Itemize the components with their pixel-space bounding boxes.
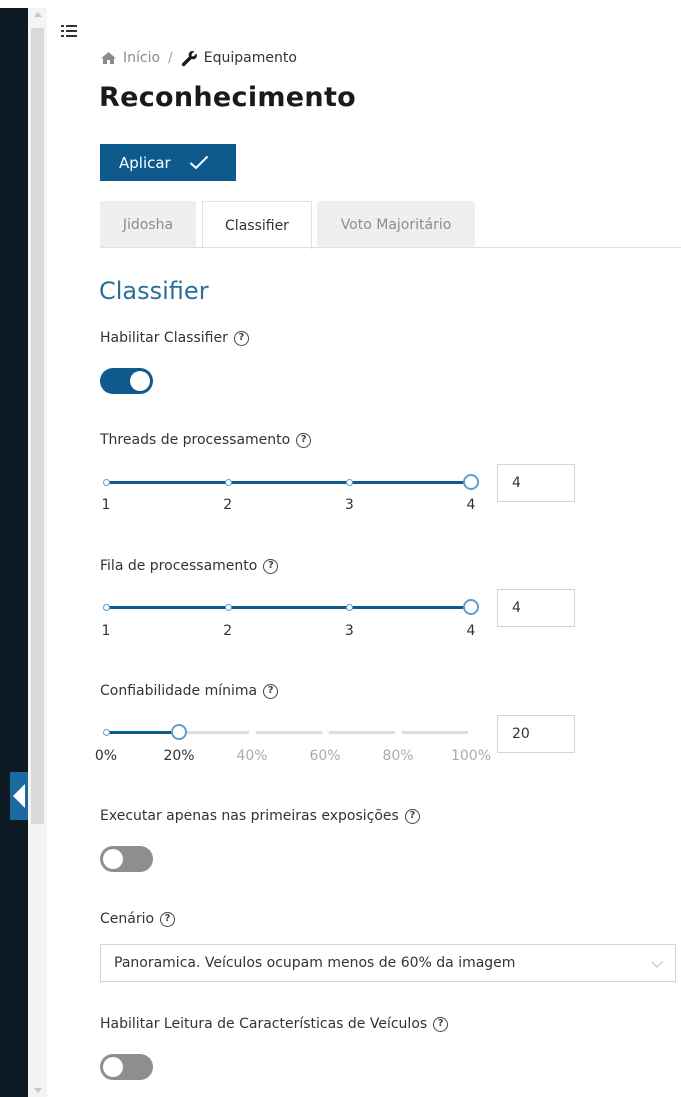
min-confidence-input[interactable]	[497, 715, 575, 753]
min-confidence-tick-label: 20%	[163, 748, 195, 764]
threads-tick-label: 3	[344, 497, 354, 513]
queue-tick-label: 2	[223, 623, 233, 639]
section-title: Classifier	[99, 277, 209, 305]
tab-classifier-label: Classifier	[225, 217, 289, 234]
queue-slider-step-dot	[346, 604, 354, 611]
vehicle-features-label-text: Habilitar Leitura de Características de …	[100, 1016, 428, 1032]
breadcrumb: Início / Equipamento	[100, 48, 297, 68]
scenario-selected-value: Panoramica. Veículos ocupam menos de 60%…	[114, 955, 516, 971]
toggle-knob	[103, 849, 123, 869]
first-exposures-label-text: Executar apenas nas primeiras exposições	[100, 808, 399, 824]
apply-button[interactable]: Aplicar	[100, 144, 236, 181]
tab-jidosha-label: Jidosha	[122, 216, 174, 233]
breadcrumb-current-label: Equipamento	[203, 50, 297, 66]
queue-input[interactable]	[497, 589, 575, 627]
toggle-knob	[130, 371, 150, 391]
threads-tick-label: 4	[466, 497, 476, 513]
help-icon[interactable]: ?	[263, 558, 279, 574]
threads-tick-labels: 1 2 3 4	[100, 497, 500, 515]
first-exposures-toggle[interactable]	[100, 846, 153, 872]
breadcrumb-home[interactable]: Início	[100, 50, 160, 66]
min-confidence-slider-handle[interactable]	[171, 724, 187, 740]
queue-tick-label: 1	[101, 623, 111, 639]
scrollbar-thumb[interactable]	[31, 28, 44, 824]
min-confidence-slider-step-dot	[468, 729, 475, 736]
chevron-left-icon	[13, 784, 25, 808]
tab-classifier[interactable]: Classifier	[202, 201, 312, 249]
queue-tick-label: 4	[466, 623, 476, 639]
tab-jidosha[interactable]: Jidosha	[100, 201, 196, 248]
scroll-up-arrow-icon[interactable]	[34, 12, 42, 17]
min-confidence-label-text: Confiabilidade mínima	[100, 683, 258, 699]
threads-slider[interactable]	[103, 474, 479, 491]
toggle-knob	[103, 1057, 123, 1077]
min-confidence-tick-label: 40%	[236, 748, 268, 764]
vehicle-features-label: Habilitar Leitura de Características de …	[100, 1016, 449, 1032]
queue-slider-fill	[106, 606, 471, 609]
min-confidence-tick-label: 0%	[94, 748, 118, 764]
threads-slider-handle[interactable]	[463, 474, 479, 490]
enable-classifier-label: Habilitar Classifier ?	[100, 330, 249, 346]
tabs-divider	[100, 247, 681, 248]
min-confidence-slider[interactable]	[103, 724, 475, 741]
help-icon[interactable]: ?	[233, 330, 249, 346]
scroll-down-arrow-icon[interactable]	[34, 1088, 42, 1093]
threads-slider-fill	[106, 481, 471, 484]
min-confidence-slider-step-dot	[103, 729, 110, 736]
wrench-icon	[181, 50, 197, 66]
queue-slider-step-dot	[103, 604, 110, 611]
queue-label-text: Fila de processamento	[100, 558, 258, 574]
threads-slider-step-dot	[346, 479, 354, 486]
help-icon[interactable]: ?	[296, 432, 312, 448]
help-icon[interactable]: ?	[404, 808, 420, 824]
threads-tick-label: 2	[223, 497, 233, 513]
vehicle-features-toggle[interactable]	[100, 1054, 153, 1080]
help-icon[interactable]: ?	[160, 911, 176, 927]
min-confidence-tick-label: 60%	[309, 748, 341, 764]
scenario-label: Cenário ?	[100, 911, 176, 927]
scenario-select[interactable]: Panoramica. Veículos ocupam menos de 60%…	[100, 944, 676, 982]
min-confidence-slider-step-dot	[249, 729, 256, 736]
threads-tick-label: 1	[101, 497, 111, 513]
min-confidence-slider-step-dot	[322, 729, 329, 736]
scenario-label-text: Cenário	[100, 911, 155, 927]
queue-tick-labels: 1 2 3 4	[100, 623, 500, 641]
help-icon[interactable]: ?	[433, 1016, 449, 1032]
tab-voto-majoritario[interactable]: Voto Majoritário	[317, 201, 475, 248]
enable-classifier-label-text: Habilitar Classifier	[100, 330, 228, 346]
chevron-down-icon	[651, 956, 663, 968]
threads-label: Threads de processamento ?	[100, 432, 312, 448]
min-confidence-tick-label: 100%	[450, 748, 492, 764]
breadcrumb-separator: /	[168, 50, 173, 66]
help-icon[interactable]: ?	[263, 683, 279, 699]
check-icon	[189, 155, 208, 170]
home-icon	[101, 52, 116, 64]
threads-slider-step-dot	[103, 479, 110, 486]
menu-icon[interactable]	[61, 24, 77, 38]
breadcrumb-current: Equipamento	[181, 50, 297, 67]
min-confidence-tick-label: 80%	[382, 748, 414, 764]
queue-tick-label: 3	[344, 623, 354, 639]
breadcrumb-home-label[interactable]: Início	[123, 50, 160, 66]
page-title: Reconhecimento	[99, 82, 356, 113]
min-confidence-label: Confiabilidade mínima ?	[100, 683, 279, 699]
first-exposures-label: Executar apenas nas primeiras exposições…	[100, 808, 420, 824]
tab-voto-majoritario-label: Voto Majoritário	[340, 216, 452, 233]
min-confidence-slider-step-dot	[395, 729, 402, 736]
threads-label-text: Threads de processamento	[100, 432, 291, 448]
queue-slider[interactable]	[103, 599, 479, 616]
queue-slider-handle[interactable]	[463, 599, 479, 615]
queue-slider-step-dot	[224, 604, 232, 611]
min-confidence-slider-fill	[106, 731, 179, 734]
left-nav-strip	[0, 0, 28, 1097]
queue-label: Fila de processamento ?	[100, 558, 279, 574]
top-margin	[0, 0, 681, 8]
min-confidence-tick-labels: 0% 20% 40% 60% 80% 100%	[95, 748, 500, 766]
threads-input[interactable]	[497, 464, 575, 502]
threads-slider-step-dot	[224, 479, 232, 486]
apply-button-label: Aplicar	[119, 153, 171, 172]
enable-classifier-toggle[interactable]	[100, 368, 153, 394]
